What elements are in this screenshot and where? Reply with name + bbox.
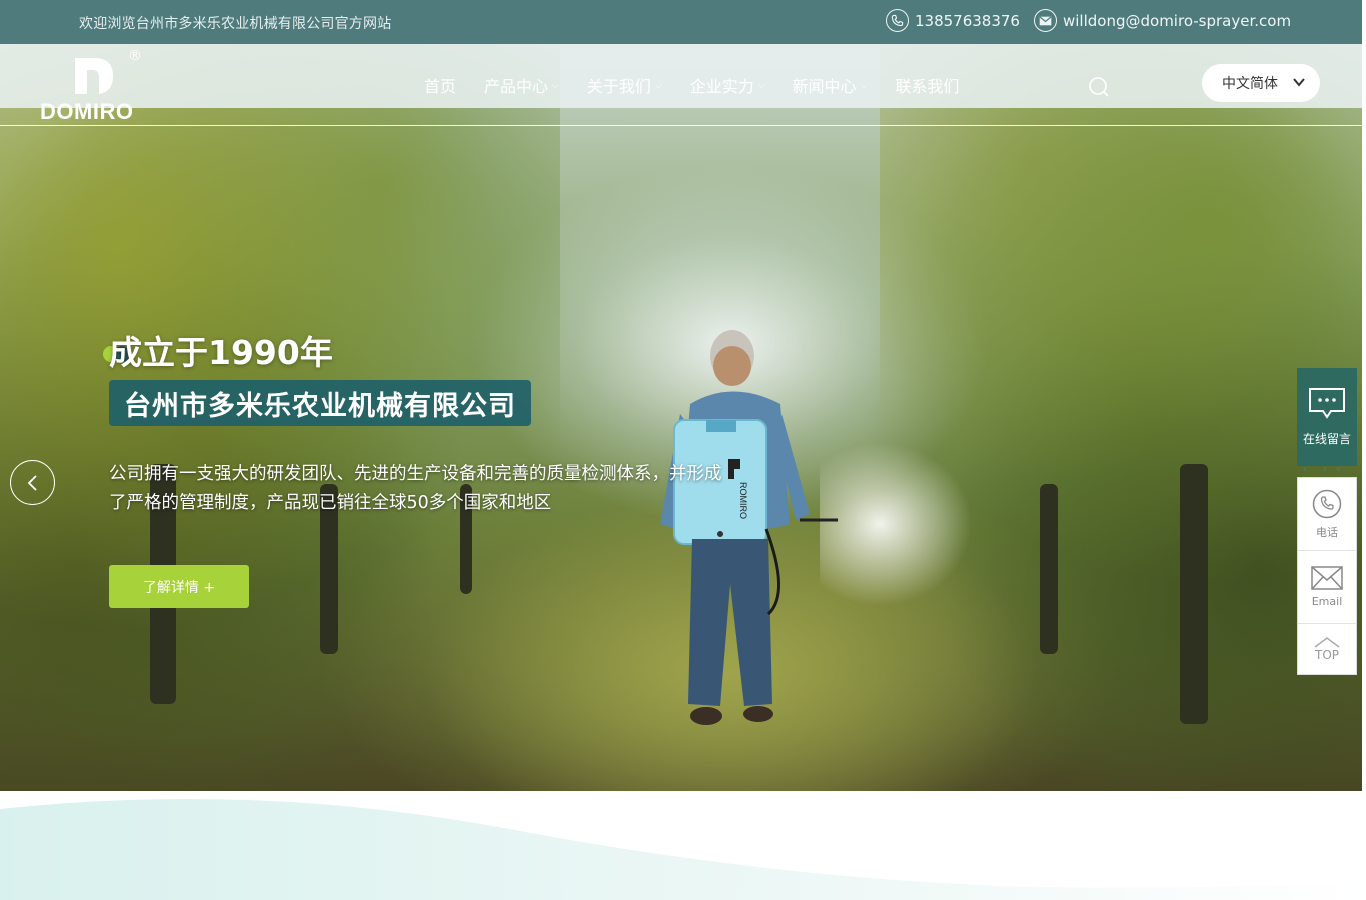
online-message-label: 在线留言 [1302, 432, 1351, 446]
nav-item-label: 首页 [424, 77, 457, 96]
back-to-top-button[interactable]: TOP [1298, 624, 1356, 674]
search-icon [1089, 77, 1109, 97]
chevron-left-icon [27, 474, 37, 491]
wave-shape [0, 798, 1366, 900]
nav-item-label: 企业实力 [689, 77, 754, 96]
nav-item-products[interactable]: 产品中心 ⌵ [484, 74, 559, 96]
nav-item-home[interactable]: 首页 [424, 74, 456, 96]
side-phone-button[interactable]: 电话 [1298, 478, 1356, 551]
side-mini-arrows: ‹ › ‹ [1303, 464, 1341, 475]
nav-item-contact[interactable]: 联系我们 [895, 74, 959, 96]
phone-icon [1312, 489, 1342, 518]
logo-wordmark: DOMIRO [40, 99, 134, 124]
language-label: 中文简体 [1222, 76, 1278, 92]
hero-company-name: 台州市多米乐农业机械有限公司 [109, 380, 531, 426]
domiro-logo-mark [75, 58, 113, 94]
nav-item-about[interactable]: 关于我们 ⌵ [587, 74, 662, 96]
chevron-down-icon: ⌵ [552, 81, 559, 91]
side-phone-label: 电话 [1316, 525, 1338, 539]
nav-item-label: 联系我们 [895, 77, 960, 96]
phone-icon [886, 9, 909, 32]
top-info-bar: 欢迎浏览台州市多米乐农业机械有限公司官方网站 13857638376 willd… [0, 0, 1362, 44]
registered-mark: ® [128, 48, 142, 64]
mail-icon [1034, 9, 1057, 32]
hero-founded-title: 成立于1990年 [109, 333, 333, 372]
farmer-with-sprayer-image: ROMIRO [660, 330, 838, 725]
chevron-down-icon: ⌵ [757, 81, 765, 91]
side-contact-panel: 电话 Email TOP [1297, 477, 1357, 675]
welcome-text: 欢迎浏览台州市多米乐农业机械有限公司官方网站 [79, 16, 392, 32]
topbar-phone-number: 13857638376 [915, 11, 1020, 30]
learn-more-button[interactable]: 了解详情 + [109, 565, 249, 608]
header-divider [0, 125, 1366, 126]
envelope-icon [1311, 566, 1343, 590]
main-nav: 首页 产品中心 ⌵ 关于我们 ⌵ 企业实力 ⌵ 新闻中心 ⌵ 联系我们 [424, 74, 959, 96]
topbar-email[interactable]: willdong@domiro-sprayer.com [1034, 9, 1291, 32]
tree-trunk [1040, 484, 1058, 654]
nav-item-news[interactable]: 新闻中心 ⌵ [793, 74, 868, 96]
hero-description: 公司拥有一支强大的研发团队、先进的生产设备和完善的质量检测体系，并形成了严格的管… [109, 464, 722, 513]
chevron-down-icon [1293, 78, 1305, 87]
slider-prev-button[interactable] [10, 460, 55, 505]
topbar-email-address: willdong@domiro-sprayer.com [1063, 11, 1292, 30]
search-button[interactable] [1088, 76, 1110, 98]
topbar-phone[interactable]: 13857638376 [886, 9, 1020, 32]
nav-item-strength[interactable]: 企业实力 ⌵ [690, 74, 765, 96]
chevron-down-icon: ⌵ [654, 81, 662, 91]
spray-mist [820, 444, 970, 604]
chat-bubble-icon [1309, 388, 1345, 419]
nav-item-label: 关于我们 [586, 77, 651, 96]
nav-item-label: 新闻中心 [792, 77, 857, 96]
site-logo[interactable]: ® DOMIRO [40, 48, 150, 124]
chevron-up-icon [1314, 637, 1340, 648]
chevron-down-icon: ⌵ [860, 81, 868, 91]
section-wave-divider [0, 791, 1366, 900]
side-email-button[interactable]: Email [1298, 551, 1356, 624]
svg-text:ROMIRO: ROMIRO [738, 482, 748, 519]
side-email-label: Email [1311, 595, 1343, 608]
online-message-button[interactable]: 在线留言 [1297, 368, 1357, 466]
language-selector[interactable]: 中文简体 [1202, 64, 1320, 102]
back-to-top-label: TOP [1314, 648, 1339, 662]
nav-item-label: 产品中心 [484, 77, 549, 96]
tree-trunk [1180, 464, 1208, 724]
